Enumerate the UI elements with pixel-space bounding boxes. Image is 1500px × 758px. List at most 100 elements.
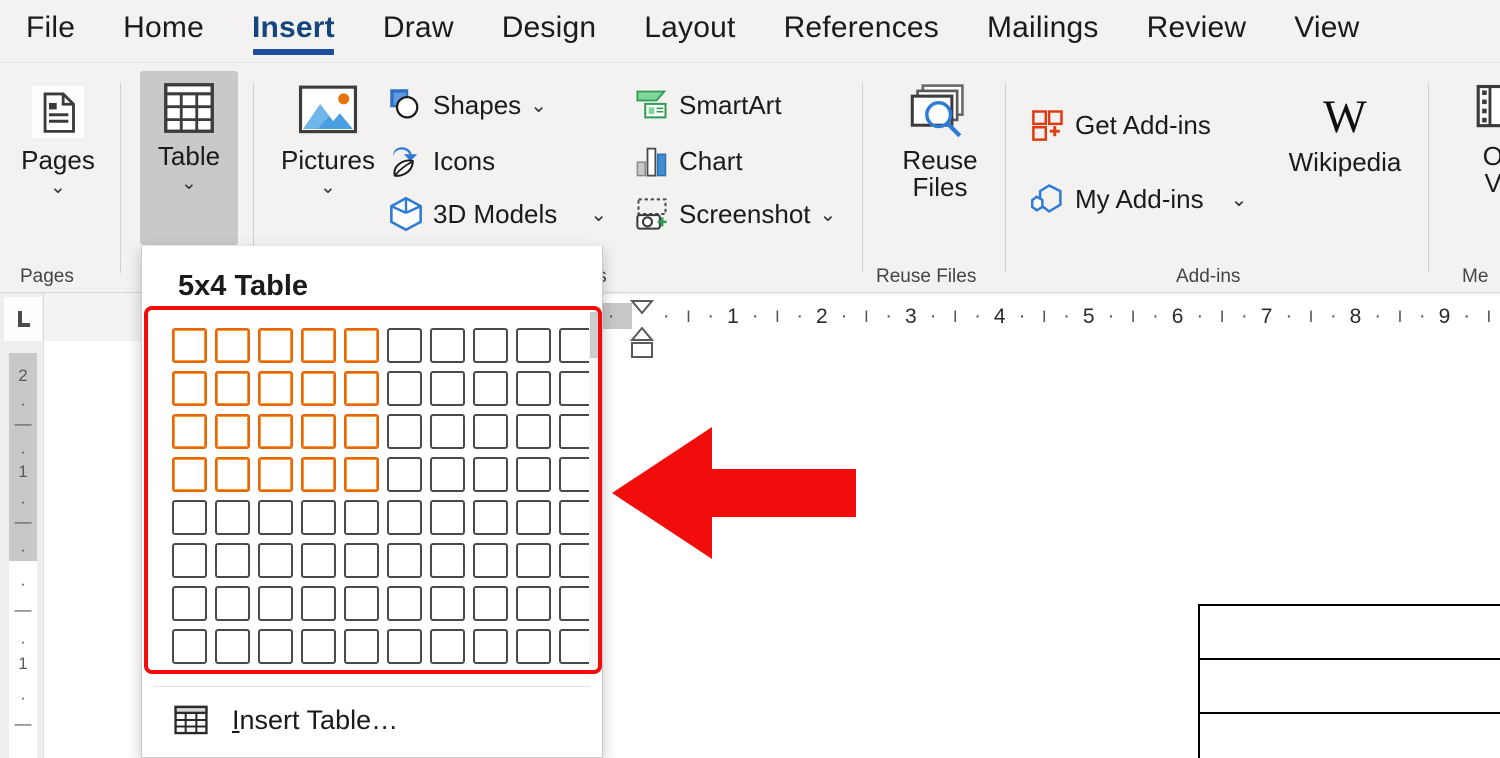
tab-home[interactable]: Home [123,11,204,51]
my-addins-button[interactable]: My Add-ins ⌄ [1030,181,1247,217]
table-size-cell-7x8[interactable] [430,629,465,664]
tab-design[interactable]: Design [502,11,597,51]
table-size-cell-8x7[interactable] [473,586,508,621]
table-size-cell-3x5[interactable] [258,500,293,535]
reuse-files-button[interactable]: Reuse Files [880,75,1000,206]
table-size-cell-5x8[interactable] [344,629,379,664]
table-size-cell-5x6[interactable] [344,543,379,578]
table-size-cell-8x4[interactable] [473,457,508,492]
table-size-cell-3x4[interactable] [258,457,293,492]
table-size-cell-4x1[interactable] [301,328,336,363]
hanging-and-left-indent-marker[interactable] [629,326,655,368]
online-video-button[interactable]: Onl Vid [1448,75,1500,202]
table-size-cell-7x1[interactable] [430,328,465,363]
tab-mailings[interactable]: Mailings [987,11,1099,51]
table-size-cell-1x8[interactable] [172,629,207,664]
table-size-cell-1x3[interactable] [172,414,207,449]
tab-stop-selector[interactable] [4,297,42,341]
shapes-button[interactable]: Shapes ⌄ [388,87,547,123]
table-size-grid-cells[interactable] [168,324,598,668]
table-size-cell-3x1[interactable] [258,328,293,363]
tab-insert[interactable]: Insert [252,11,335,55]
table-row[interactable] [1198,712,1500,758]
table-size-cell-7x6[interactable] [430,543,465,578]
table-cell[interactable] [1198,604,1500,660]
table-size-cell-5x7[interactable] [344,586,379,621]
table-size-cell-7x3[interactable] [430,414,465,449]
pictures-button[interactable]: Pictures ⌄ [268,75,388,201]
tab-references[interactable]: References [784,11,939,51]
table-size-cell-3x8[interactable] [258,629,293,664]
table-size-cell-4x5[interactable] [301,500,336,535]
table-size-grid[interactable] [154,312,594,668]
table-size-cell-9x6[interactable] [516,543,551,578]
table-size-cell-8x5[interactable] [473,500,508,535]
table-size-cell-1x7[interactable] [172,586,207,621]
chevron-down-icon[interactable]: ⌄ [590,202,607,227]
table-size-cell-8x1[interactable] [473,328,508,363]
table-size-cell-9x4[interactable] [516,457,551,492]
table-size-cell-5x4[interactable] [344,457,379,492]
wikipedia-button[interactable]: W Wikipedia [1275,85,1415,180]
table-size-cell-2x1[interactable] [215,328,250,363]
chevron-down-icon[interactable]: ⌄ [50,178,66,197]
table-size-cell-9x8[interactable] [516,629,551,664]
table-size-cell-5x1[interactable] [344,328,379,363]
icons-button[interactable]: Icons [388,143,495,179]
table-size-cell-6x1[interactable] [387,328,422,363]
table-size-cell-5x5[interactable] [344,500,379,535]
smartart-button[interactable]: SmartArt [634,87,782,123]
table-size-cell-2x3[interactable] [215,414,250,449]
table-size-cell-5x3[interactable] [344,414,379,449]
table-size-cell-9x5[interactable] [516,500,551,535]
table-size-cell-8x3[interactable] [473,414,508,449]
document-table[interactable] [1198,604,1500,758]
table-size-cell-6x6[interactable] [387,543,422,578]
table-size-cell-8x6[interactable] [473,543,508,578]
tab-review[interactable]: Review [1147,11,1247,51]
table-size-cell-2x7[interactable] [215,586,250,621]
table-size-cell-2x4[interactable] [215,457,250,492]
table-cell[interactable] [1198,712,1500,758]
table-size-cell-4x3[interactable] [301,414,336,449]
table-size-cell-1x6[interactable] [172,543,207,578]
get-addins-button[interactable]: Get Add-ins [1030,107,1211,143]
table-size-cell-1x5[interactable] [172,500,207,535]
tab-view[interactable]: View [1294,11,1359,51]
table-size-cell-4x6[interactable] [301,543,336,578]
table-size-cell-6x8[interactable] [387,629,422,664]
first-line-indent-marker[interactable] [629,299,655,328]
table-size-cell-8x8[interactable] [473,629,508,664]
table-size-cell-2x5[interactable] [215,500,250,535]
dropdown-scrollbar[interactable] [589,312,599,667]
screenshot-button[interactable]: Screenshot ⌄ [634,196,836,232]
table-size-cell-6x3[interactable] [387,414,422,449]
table-size-cell-5x2[interactable] [344,371,379,406]
table-size-cell-1x4[interactable] [172,457,207,492]
table-size-cell-8x2[interactable] [473,371,508,406]
table-size-cell-4x2[interactable] [301,371,336,406]
table-size-cell-3x7[interactable] [258,586,293,621]
vertical-ruler[interactable]: 2 · — · 1 · — · · — · 1 · — [0,293,44,758]
table-size-cell-2x8[interactable] [215,629,250,664]
table-cell[interactable] [1198,658,1500,714]
scrollbar-thumb[interactable] [590,312,598,358]
table-size-cell-3x3[interactable] [258,414,293,449]
chevron-down-icon[interactable]: ⌄ [530,93,547,118]
horizontal-ruler[interactable]: · · I · 1 · I · 2 · I · 3 · I · 4 · I · … [600,295,1500,341]
table-row[interactable] [1198,658,1500,714]
chart-button[interactable]: Chart [634,143,743,179]
tab-draw[interactable]: Draw [383,11,454,51]
table-size-cell-7x7[interactable] [430,586,465,621]
pages-button[interactable]: Pages ⌄ [8,75,108,201]
table-button[interactable]: Table ⌄ [140,71,238,245]
table-size-cell-7x4[interactable] [430,457,465,492]
table-size-cell-6x4[interactable] [387,457,422,492]
table-size-cell-4x8[interactable] [301,629,336,664]
table-size-cell-4x7[interactable] [301,586,336,621]
table-size-cell-2x2[interactable] [215,371,250,406]
tab-layout[interactable]: Layout [644,11,735,51]
table-size-cell-9x2[interactable] [516,371,551,406]
table-size-cell-1x2[interactable] [172,371,207,406]
table-size-cell-6x2[interactable] [387,371,422,406]
